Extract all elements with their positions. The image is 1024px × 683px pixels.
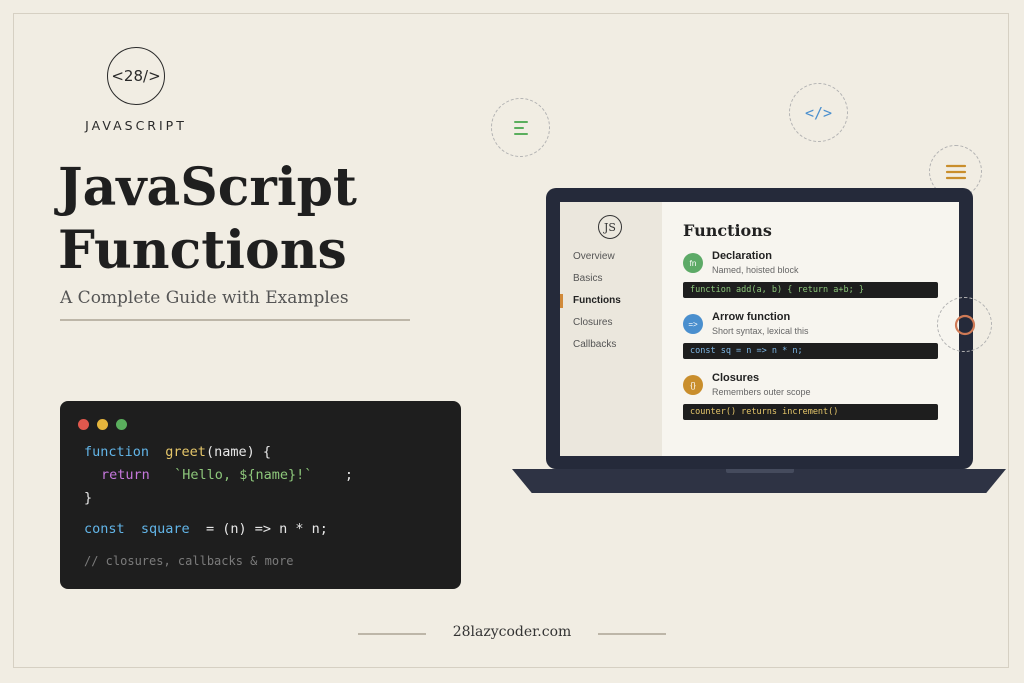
code-snippet: counter() returns increment() [683,404,938,420]
footer-line-left [358,633,426,635]
code-snippet: function add(a, b) { return a+b; } [683,282,938,298]
function-icon: fn [683,253,703,273]
section-heading: Closures [712,372,760,384]
list-icon [491,98,550,157]
window-maximize-dot-icon [116,419,127,430]
arrow-function-icon: => [683,314,703,334]
section-desc: Remembers outer scope [712,387,811,397]
page-subtitle: A Complete Guide with Examples [60,288,349,308]
window-minimize-dot-icon [97,419,108,430]
laptop-screen: JS Overview Basics Functions Closures Ca… [560,202,959,456]
footer-line-right [598,633,666,635]
active-nav-indicator [560,294,563,308]
section-desc: Named, hoisted block [712,265,799,275]
screen-title: Functions [683,221,772,240]
brand-name: JAVASCRIPT [85,118,187,133]
window-close-dot-icon [78,419,89,430]
laptop-notch [726,469,794,473]
code-line-2: return `Hello, ${name}!` ; [101,467,353,483]
code-line-1: function greet(name) { [84,444,271,460]
code-line-4: const square = (n) => n * n; [84,521,328,537]
footer-site[interactable]: 28lazycoder.com [420,624,604,640]
sidebar-item-functions[interactable]: Functions [573,295,621,306]
code-snippet: const sq = n => n * n; [683,343,938,359]
title-divider [60,319,410,321]
code-comment: // closures, callbacks & more [84,554,294,568]
logo-text: <28/> [111,67,161,85]
braces-icon: {} [683,375,703,395]
sidebar: JS Overview Basics Functions Closures Ca… [560,202,662,456]
js-logo-icon: JS [598,215,622,239]
sidebar-item-basics[interactable]: Basics [573,273,602,284]
sidebar-item-overview[interactable]: Overview [573,251,615,262]
title-line-2: Functions [58,220,347,281]
sidebar-item-callbacks[interactable]: Callbacks [573,339,616,350]
section-desc: Short syntax, lexical this [712,326,809,336]
section-heading: Arrow function [712,311,791,323]
logo-badge: <28/> [107,47,165,105]
ring-icon [937,297,992,352]
page-title: JavaScript Functions [58,156,357,282]
code-line-3: } [84,490,93,506]
code-icon: </> [789,83,848,142]
section-heading: Declaration [712,250,772,262]
sidebar-item-closures[interactable]: Closures [573,317,612,328]
title-line-1: JavaScript [58,157,357,218]
